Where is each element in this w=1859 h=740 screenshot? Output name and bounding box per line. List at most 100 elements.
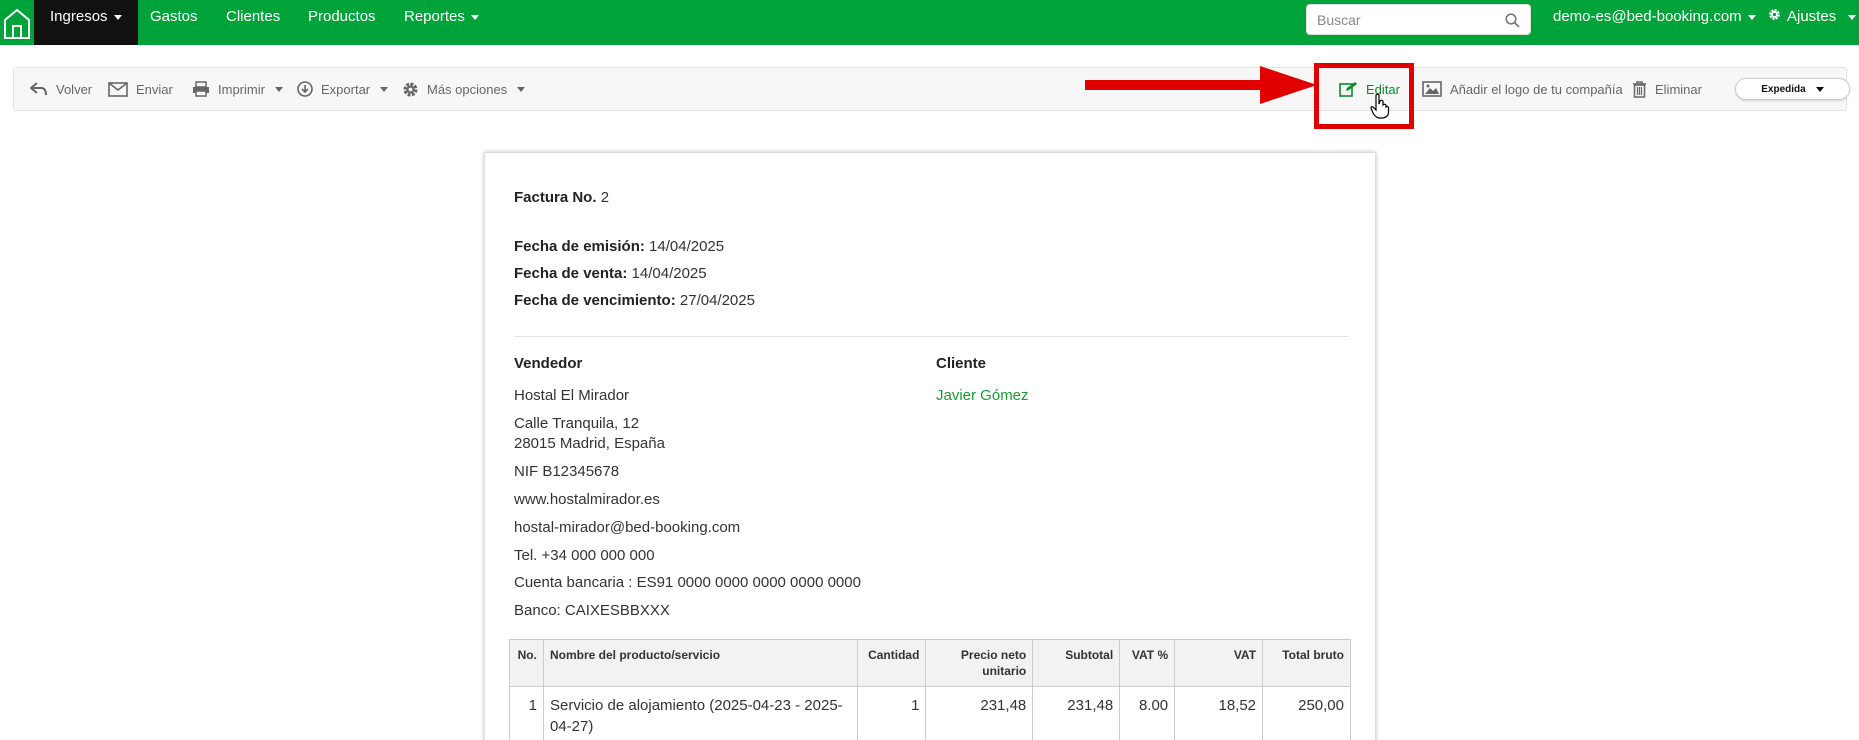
due-date-label: Fecha de vencimiento: (514, 292, 676, 309)
chevron-down-icon (380, 86, 389, 92)
envelope-icon (108, 81, 128, 97)
red-arrow-annotation (1085, 66, 1317, 104)
nav-gastos-label: Gastos (150, 8, 198, 25)
seller-nif: NIF B12345678 (514, 463, 620, 480)
invoice-number: 2 (600, 189, 610, 206)
chevron-down-icon (274, 86, 283, 92)
column-header: Precio neto unitario (925, 639, 1034, 687)
download-icon (297, 81, 313, 97)
settings-menu[interactable]: Ajustes (1768, 0, 1857, 34)
due-date: 27/04/2025 (679, 292, 755, 309)
client-name-link[interactable]: Javier Gómez (936, 387, 1029, 404)
add-logo-button[interactable]: Añadir el logo de tu compañía (1422, 68, 1623, 110)
nav-gastos[interactable]: Gastos (134, 0, 214, 45)
search-box (1306, 4, 1531, 35)
chevron-down-icon (1848, 14, 1857, 20)
user-email: demo-es@bed-booking.com (1553, 8, 1742, 25)
gear-icon (402, 81, 419, 98)
print-label: Imprimir (218, 81, 265, 97)
nav-productos-label: Productos (308, 8, 376, 25)
seller-phone: Tel. +34 000 000 000 (514, 547, 655, 564)
table-row: 1 Servicio de alojamiento (2025-04-23 - … (509, 686, 1351, 740)
nav-clientes-label: Clientes (226, 8, 281, 25)
user-menu[interactable]: demo-es@bed-booking.com (1553, 0, 1756, 34)
issue-date: 14/04/2025 (649, 238, 725, 255)
more-options-button[interactable]: Más opciones (402, 68, 526, 110)
chevron-down-icon (113, 14, 122, 20)
add-logo-label: Añadir el logo de tu compañía (1450, 81, 1623, 97)
settings-label: Ajustes (1787, 8, 1837, 25)
table-cell: 8.00 (1119, 686, 1176, 740)
hand-cursor-icon (1370, 93, 1390, 119)
search-input[interactable] (1307, 5, 1492, 34)
issue-date-line: Fecha de emisión: 14/04/2025 (514, 238, 724, 255)
gear-icon (1768, 0, 1781, 34)
column-header: Total bruto (1262, 639, 1351, 687)
highlight-box-annotation (1314, 63, 1414, 129)
send-button[interactable]: Enviar (108, 68, 173, 110)
table-header-row: No. Nombre del producto/servicio Cantida… (509, 639, 1351, 687)
items-table: No. Nombre del producto/servicio Cantida… (509, 639, 1351, 740)
delete-button[interactable]: Eliminar (1632, 68, 1702, 110)
table-cell: 250,00 (1262, 686, 1351, 740)
seller-address-1: Calle Tranquila, 12 (514, 415, 640, 432)
table-cell: 231,48 (1032, 686, 1121, 740)
client-heading-text: Cliente (936, 355, 987, 372)
nav-clientes[interactable]: Clientes (210, 0, 296, 45)
column-header: Subtotal (1032, 639, 1121, 687)
seller-bank: Banco: CAIXESBBXXX (514, 602, 670, 619)
table-cell: 231,48 (925, 686, 1034, 740)
column-header: Nombre del producto/servicio (542, 639, 859, 687)
chevron-down-icon (470, 14, 479, 20)
send-label: Enviar (136, 81, 173, 97)
column-header: Cantidad (857, 639, 927, 687)
sale-date-label: Fecha de venta: (514, 265, 628, 282)
issue-date-label: Fecha de emisión: (514, 238, 645, 255)
column-header: No. (509, 639, 544, 687)
back-arrow-icon (30, 82, 48, 96)
status-label: Expedida (1761, 83, 1806, 95)
sale-date: 14/04/2025 (631, 265, 707, 282)
invoice-document: Factura No. 2 Fecha de emisión: 14/04/20… (484, 152, 1376, 740)
table-cell: 18,52 (1174, 686, 1264, 740)
product-link[interactable]: Servicio de alojamiento (2025-04-23 - 20… (542, 686, 859, 740)
table-cell: 1 (509, 686, 544, 740)
column-header: VAT (1174, 639, 1264, 687)
top-navbar: Ingresos Gastos Clientes Productos Repor… (0, 0, 1859, 45)
trash-icon (1632, 80, 1647, 98)
chevron-down-icon (517, 86, 526, 92)
seller-bank-account: Cuenta bancaria : ES91 0000 0000 0000 00… (514, 574, 861, 591)
print-button[interactable]: Imprimir (192, 68, 283, 110)
printer-icon (192, 81, 210, 97)
sale-date-line: Fecha de venta: 14/04/2025 (514, 265, 707, 282)
export-button[interactable]: Exportar (297, 68, 389, 110)
nav-productos[interactable]: Productos (292, 0, 392, 45)
nav-ingresos-label: Ingresos (50, 8, 108, 25)
invoice-number-line: Factura No. 2 (514, 189, 609, 206)
seller-website: www.hostalmirador.es (514, 491, 660, 508)
seller-email: hostal-mirador@bed-booking.com (514, 519, 741, 536)
home-icon[interactable] (0, 0, 34, 45)
more-options-label: Más opciones (427, 81, 508, 97)
seller-heading: Vendedor (514, 355, 582, 372)
due-date-line: Fecha de vencimiento: 27/04/2025 (514, 292, 755, 309)
back-button[interactable]: Volver (30, 68, 92, 110)
seller-heading-text: Vendedor (514, 355, 583, 372)
column-header: VAT % (1119, 639, 1176, 687)
nav-ingresos[interactable]: Ingresos (34, 0, 138, 45)
chevron-down-icon (1815, 86, 1824, 92)
status-dropdown[interactable]: Expedida (1735, 78, 1850, 100)
delete-label: Eliminar (1655, 81, 1702, 97)
search-icon[interactable] (1505, 13, 1520, 33)
nav-reportes[interactable]: Reportes (388, 0, 495, 45)
invoice-number-label: Factura No. (514, 189, 597, 206)
divider (514, 336, 1349, 337)
export-label: Exportar (321, 81, 371, 97)
back-label: Volver (56, 81, 93, 97)
image-icon (1422, 81, 1442, 97)
document-toolbar: Volver Enviar Imprimir Exportar Más opci… (13, 67, 1850, 111)
chevron-down-icon (1747, 14, 1756, 20)
seller-name: Hostal El Mirador (514, 387, 630, 404)
table-cell: 1 (857, 686, 927, 740)
nav-reportes-label: Reportes (404, 8, 465, 25)
